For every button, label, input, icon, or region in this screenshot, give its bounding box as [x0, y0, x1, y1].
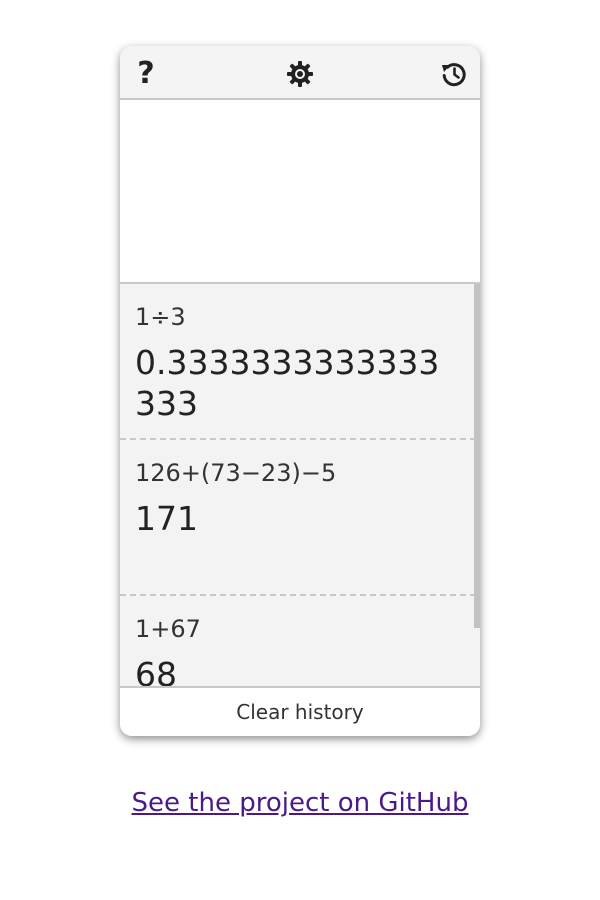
- help-button[interactable]: ?: [126, 54, 166, 94]
- history-scrollbar[interactable]: [474, 284, 480, 628]
- history-result: 68: [135, 655, 177, 686]
- calculator-app: ? 1÷3 0.3333333333333333 126+(73−23)−5 1…: [120, 46, 480, 736]
- history-entry[interactable]: 1+67 68: [120, 596, 476, 686]
- history-button[interactable]: [434, 54, 474, 94]
- history-result: 0.3333333333333333: [135, 343, 440, 423]
- history-entry[interactable]: 126+(73−23)−5 171: [120, 440, 476, 596]
- history-icon: [442, 63, 466, 87]
- history-expression: 1÷3: [135, 303, 186, 331]
- history-expression: 1+67: [135, 615, 201, 643]
- gear-icon: [287, 61, 313, 87]
- toolbar: ?: [120, 46, 480, 100]
- history-expression: 126+(73−23)−5: [135, 459, 337, 487]
- footer: Clear history: [120, 686, 480, 736]
- settings-button[interactable]: [280, 54, 320, 94]
- help-icon: ?: [137, 56, 155, 91]
- clear-history-button[interactable]: Clear history: [236, 700, 363, 724]
- github-link[interactable]: See the project on GitHub: [0, 788, 600, 818]
- history-result: 171: [135, 499, 198, 538]
- history-panel: 1÷3 0.3333333333333333 126+(73−23)−5 171…: [120, 284, 480, 686]
- history-entry[interactable]: 1÷3 0.3333333333333333: [120, 284, 476, 440]
- calculator-display[interactable]: [120, 100, 480, 284]
